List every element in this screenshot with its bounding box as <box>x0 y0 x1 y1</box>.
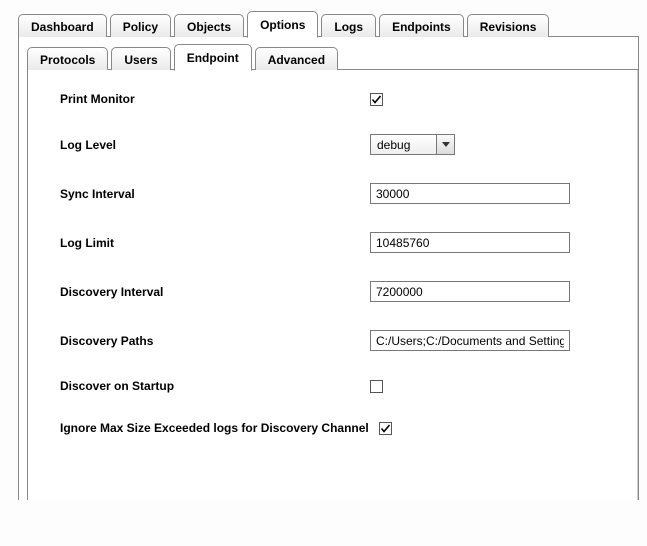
row-discover-on-startup: Discover on Startup <box>60 379 617 393</box>
row-log-level: Log Level debug <box>60 134 617 155</box>
row-ignore-max-size: Ignore Max Size Exceeded logs for Discov… <box>60 421 617 435</box>
label-discovery-interval: Discovery Interval <box>60 285 370 299</box>
label-discovery-paths: Discovery Paths <box>60 334 370 348</box>
subtab-endpoint[interactable]: Endpoint <box>174 44 252 71</box>
row-discovery-paths: Discovery Paths <box>60 330 617 351</box>
subtab-protocols[interactable]: Protocols <box>27 47 108 71</box>
main-tabs: Dashboard Policy Objects Options Logs En… <box>0 0 647 37</box>
select-log-level-value: debug <box>370 134 436 155</box>
endpoint-settings-panel: Print Monitor Log Level debug Sync Inter… <box>27 70 638 500</box>
tab-revisions[interactable]: Revisions <box>467 14 550 38</box>
row-sync-interval: Sync Interval <box>60 183 617 204</box>
tab-options[interactable]: Options <box>247 11 318 38</box>
tab-dashboard[interactable]: Dashboard <box>18 14 107 38</box>
label-log-level: Log Level <box>60 138 370 152</box>
tab-endpoints[interactable]: Endpoints <box>379 14 464 38</box>
input-sync-interval[interactable] <box>370 183 570 204</box>
row-log-limit: Log Limit <box>60 232 617 253</box>
label-sync-interval: Sync Interval <box>60 187 370 201</box>
row-print-monitor: Print Monitor <box>60 92 617 106</box>
input-discovery-interval[interactable] <box>370 281 570 302</box>
checkbox-ignore-max-size[interactable] <box>379 422 392 435</box>
input-log-limit[interactable] <box>370 232 570 253</box>
label-discover-on-startup: Discover on Startup <box>60 379 370 393</box>
chevron-down-icon[interactable] <box>436 134 455 155</box>
tab-policy[interactable]: Policy <box>110 14 171 38</box>
label-print-monitor: Print Monitor <box>60 92 370 106</box>
options-panel: Protocols Users Endpoint Advanced Print … <box>18 37 639 500</box>
label-log-limit: Log Limit <box>60 236 370 250</box>
subtab-advanced[interactable]: Advanced <box>255 47 338 71</box>
checkbox-discover-on-startup[interactable] <box>370 380 383 393</box>
select-log-level[interactable]: debug <box>370 134 455 155</box>
options-sub-tabs: Protocols Users Endpoint Advanced <box>19 37 638 70</box>
subtab-users[interactable]: Users <box>111 47 170 71</box>
input-discovery-paths[interactable] <box>370 330 570 351</box>
row-discovery-interval: Discovery Interval <box>60 281 617 302</box>
checkbox-print-monitor[interactable] <box>370 93 383 106</box>
tab-logs[interactable]: Logs <box>321 14 376 38</box>
tab-objects[interactable]: Objects <box>174 14 244 38</box>
label-ignore-max-size: Ignore Max Size Exceeded logs for Discov… <box>60 421 369 435</box>
